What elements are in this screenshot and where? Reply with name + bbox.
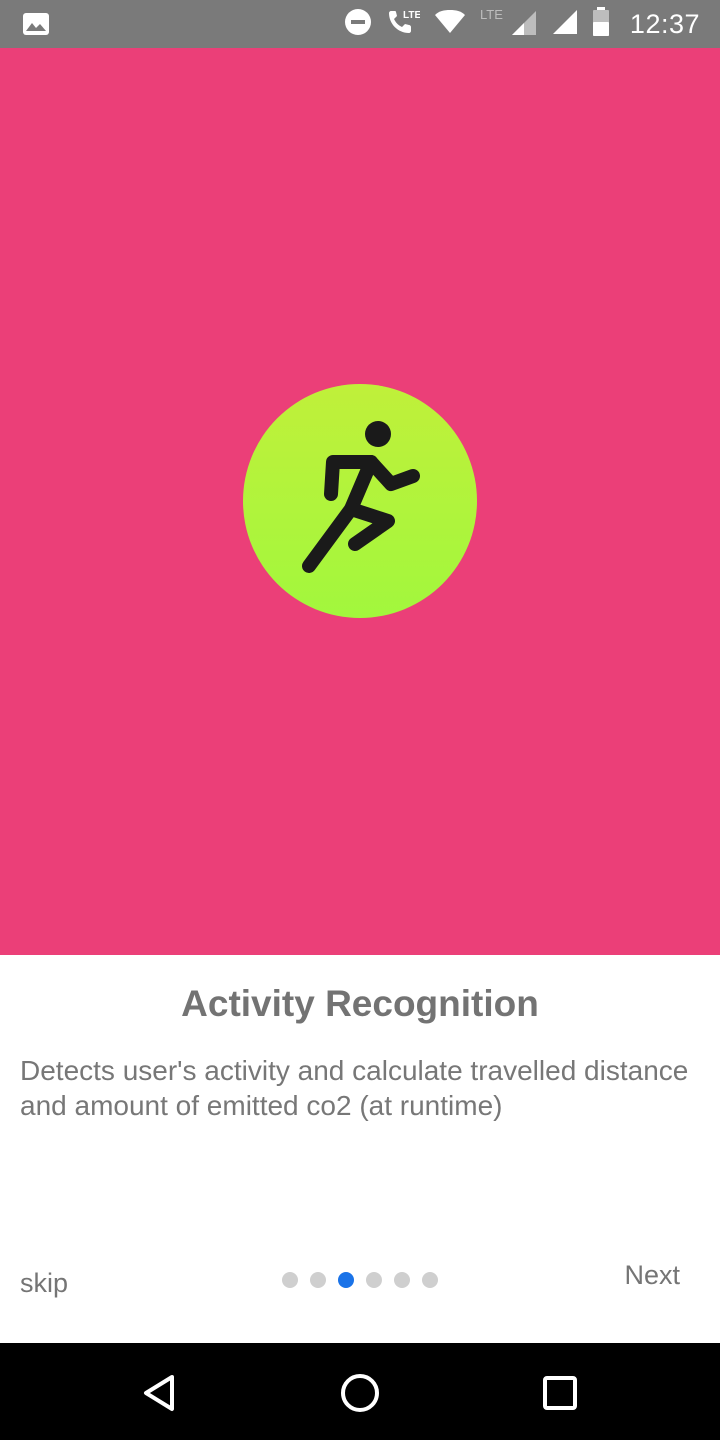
onboarding-hero xyxy=(0,48,720,955)
onboarding-title: Activity Recognition xyxy=(181,983,539,1024)
page-dot-3-active[interactable] xyxy=(338,1272,354,1288)
volte-call-icon: LTE xyxy=(386,7,421,42)
page-indicator xyxy=(282,1272,438,1288)
navigation-bar xyxy=(0,1343,720,1440)
running-person-icon xyxy=(302,421,420,573)
page-dot-4[interactable] xyxy=(366,1272,382,1288)
skip-button[interactable]: skip xyxy=(20,1268,68,1299)
status-time: 12:37 xyxy=(629,8,700,39)
signal-icon xyxy=(552,9,578,40)
call-lte-label: LTE xyxy=(403,10,420,21)
status-bar: LTE LTE 12:37 xyxy=(0,0,720,48)
onboarding-description: Detects user's activity and calculate tr… xyxy=(20,1055,689,1121)
onboarding-content: Activity Recognition Detects user's acti… xyxy=(0,955,720,1343)
do-not-disturb-icon xyxy=(344,8,372,41)
next-button[interactable]: Next xyxy=(624,1260,680,1291)
recents-icon[interactable] xyxy=(538,1371,582,1415)
back-icon[interactable] xyxy=(138,1371,182,1415)
battery-icon xyxy=(592,6,610,42)
lte-signal-icon: LTE xyxy=(480,7,538,42)
gallery-icon xyxy=(22,12,50,36)
hero-circle xyxy=(243,384,477,618)
page-dot-6[interactable] xyxy=(422,1272,438,1288)
page-dot-1[interactable] xyxy=(282,1272,298,1288)
lte-label: LTE xyxy=(480,7,503,22)
home-icon[interactable] xyxy=(338,1371,382,1415)
status-icons: LTE LTE 12:37 xyxy=(344,0,700,48)
page-dot-5[interactable] xyxy=(394,1272,410,1288)
wifi-icon xyxy=(434,9,466,40)
page-dot-2[interactable] xyxy=(310,1272,326,1288)
